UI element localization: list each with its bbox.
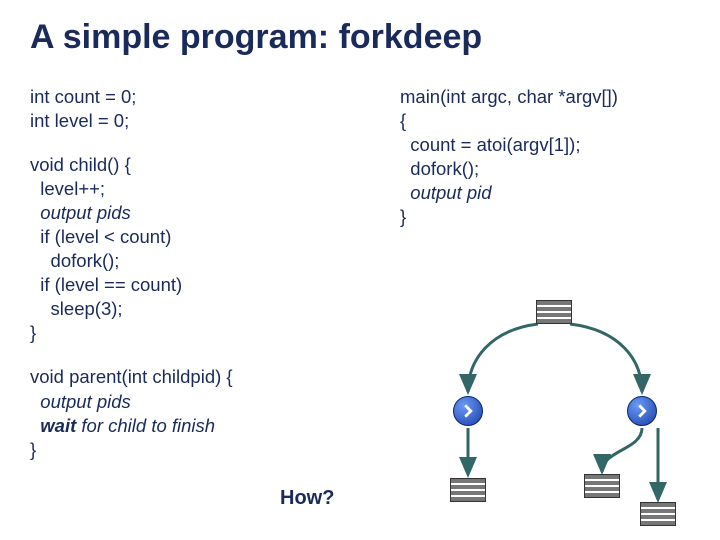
parent-head: void parent(int childpid) {: [30, 366, 233, 387]
main-close: }: [400, 206, 406, 227]
child-func: void child() { level++; output pids if (…: [30, 153, 360, 345]
main-output: output pid: [400, 182, 492, 203]
parent-wait-kw: wait: [30, 415, 76, 436]
main-func: main(int argc, char *argv[]) { count = a…: [400, 85, 690, 229]
left-column: int count = 0; int level = 0; void child…: [30, 85, 360, 482]
fork-node-right: [627, 396, 657, 426]
child-output: output pids: [30, 202, 131, 223]
proc-node-root: [536, 300, 572, 324]
how-label: How?: [280, 487, 334, 510]
slide-title: A simple program: forkdeep: [30, 18, 690, 57]
parent-output: output pids: [30, 391, 131, 412]
parent-close: }: [30, 439, 36, 460]
proc-node-ll: [450, 478, 486, 502]
decl-block: int count = 0; int level = 0;: [30, 85, 360, 133]
process-tree-diagram: [420, 300, 700, 520]
child-tail: if (level < count) dofork(); if (level =…: [30, 226, 182, 343]
main-head: main(int argc, char *argv[]) { count = a…: [400, 86, 618, 179]
child-head: void child() { level++;: [30, 154, 131, 199]
proc-node-rl: [584, 474, 620, 498]
parent-wait-rest: for child to finish: [76, 415, 215, 436]
proc-node-rr: [640, 502, 676, 526]
fork-node-left: [453, 396, 483, 426]
parent-func: void parent(int childpid) { output pids …: [30, 365, 360, 461]
